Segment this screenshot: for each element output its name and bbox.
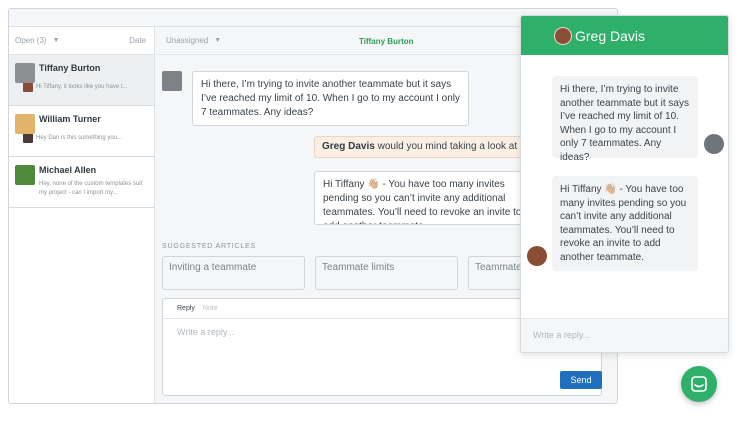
status-filter[interactable]: Open (3) ▼ <box>15 36 60 45</box>
customer-name: Tiffany Burton <box>359 37 414 46</box>
assignee-label: Unassigned <box>166 36 209 45</box>
article-card[interactable]: Teammate limits <box>315 256 458 290</box>
avatar <box>554 27 572 45</box>
conversation-name: Tiffany Burton <box>39 63 101 73</box>
suggested-articles-label: SUGGESTED ARTICLES <box>162 243 257 250</box>
send-button[interactable]: Send <box>560 371 602 389</box>
avatar <box>15 165 35 185</box>
conversation-list: Open (3) ▼ Date Tiffany Burton Hi Tiffan… <box>9 27 155 403</box>
chat-icon <box>691 376 707 392</box>
agent-message: Hi Tiffany 👋🏼 - You have too many invite… <box>314 171 544 225</box>
avatar <box>15 63 35 83</box>
list-header: Open (3) ▼ Date <box>9 27 154 55</box>
conversation-preview: Hi Tiffany, it looks like you have t... <box>36 83 128 90</box>
conversation-preview: Hey Dan is this something you... <box>36 134 123 141</box>
widget-agent-name: Greg Davis <box>575 27 646 44</box>
conversation-preview: Hey, none of the custom templates suit m… <box>39 181 143 196</box>
chat-widget: Greg Davis Hi there, I’m trying to invit… <box>520 15 729 353</box>
internal-note: Greg Davis would you mind taking a look … <box>314 136 544 158</box>
tab-note[interactable]: Note <box>203 305 218 312</box>
assignee-dropdown[interactable]: Unassigned ▼ <box>166 36 221 45</box>
conversation-item[interactable]: Tiffany Burton Hi Tiffany, it looks like… <box>9 55 154 106</box>
avatar <box>527 246 547 266</box>
avatar <box>704 134 724 154</box>
chevron-down-icon: ▼ <box>52 37 60 44</box>
widget-header: Greg Davis <box>521 16 728 55</box>
conversation-name: Michael Allen <box>39 165 97 175</box>
note-author: Greg Davis <box>322 141 375 152</box>
conversation-item[interactable]: Michael Allen Hey, none of the custom te… <box>9 157 154 208</box>
tab-reply[interactable]: Reply <box>177 305 195 312</box>
avatar <box>23 133 33 143</box>
reply-input[interactable]: Write a reply... <box>177 327 234 337</box>
avatar <box>162 71 182 91</box>
conversation-name: William Turner <box>39 114 101 124</box>
avatar <box>15 114 35 134</box>
article-card[interactable]: Inviting a teammate <box>162 256 305 290</box>
app-stage: Open (3) ▼ Date Tiffany Burton Hi Tiffan… <box>0 0 750 437</box>
chat-launcher-button[interactable] <box>681 366 717 402</box>
status-filter-label: Open (3) <box>15 36 47 45</box>
customer-message: Hi there, I’m trying to invite another t… <box>192 71 469 126</box>
avatar <box>23 82 33 92</box>
sort-label[interactable]: Date <box>129 36 146 45</box>
widget-agent-message: Hi Tiffany 👋🏼 - You have too many invite… <box>552 176 698 271</box>
widget-customer-message: Hi there, I’m trying to invite another t… <box>552 76 698 163</box>
chevron-down-icon: ▼ <box>214 37 222 44</box>
widget-reply-input[interactable]: Write a reply... <box>521 318 728 352</box>
conversation-item[interactable]: William Turner Hey Dan is this something… <box>9 106 154 157</box>
note-text: would you mind taking a look at th <box>377 141 529 152</box>
